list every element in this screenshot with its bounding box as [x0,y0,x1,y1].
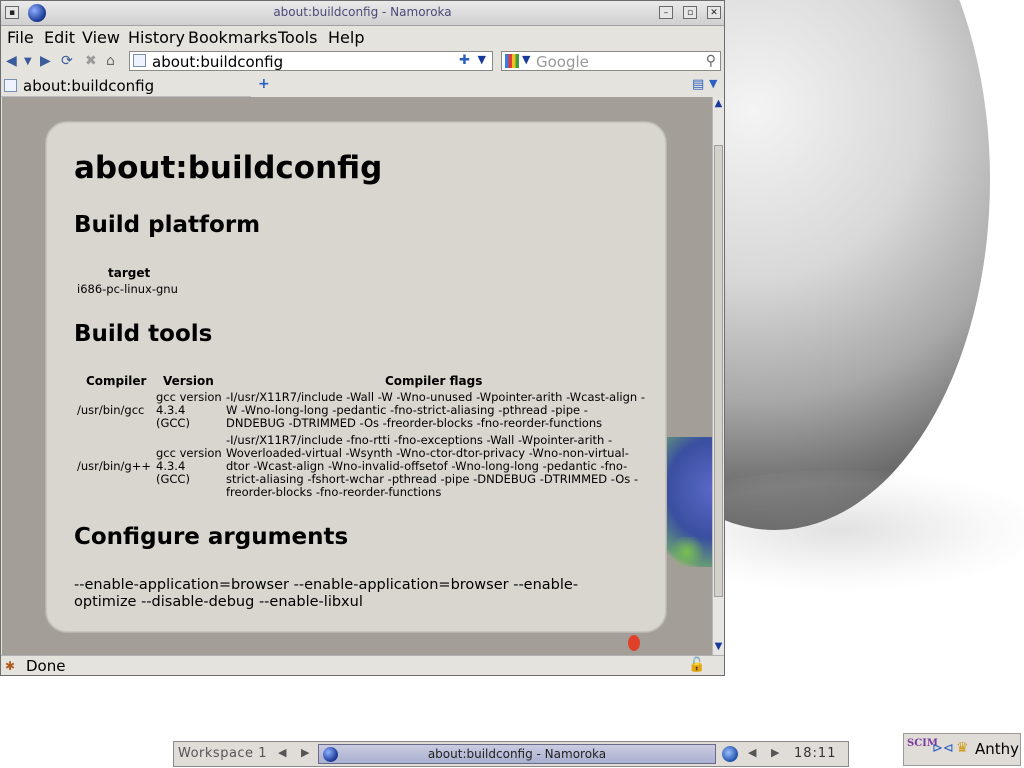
back-history-dropdown-icon[interactable]: ▼ [24,56,32,67]
table-cell-version: gcc version 4.3.4 (GCC) [156,446,222,486]
window-title: about:buildconfig - Namoroka [273,5,452,19]
tab-list-icon[interactable]: ▤ [692,77,704,92]
tab-active[interactable]: about:buildconfig [1,75,251,97]
lizard-foot-art [667,537,707,567]
build-platform-heading: Build platform [74,212,261,238]
table-cell-compiler: /usr/bin/g++ [77,459,151,473]
taskbar: Workspace 1 ◀ ▶ about:buildconfig - Namo… [173,741,849,767]
table-cell-compiler: /usr/bin/gcc [77,403,145,417]
status-bar: ✱ Done 🔓 [1,655,724,676]
workspace-next-icon[interactable]: ▶ [301,746,309,759]
clock: 18:11 [794,746,837,761]
tab-bar: about:buildconfig + ▤ ▼ [1,75,724,97]
compiler-flags-header: Compiler flags [385,374,483,388]
activity-icon: ✱ [5,659,16,673]
vertical-scrollbar[interactable]: ▲ ▼ [712,97,724,655]
close-button[interactable]: ✕ [707,6,721,19]
taskbar-window-button[interactable]: about:buildconfig - Namoroka [318,744,716,764]
scroll-thumb[interactable] [714,145,723,597]
configure-arguments-heading: Configure arguments [74,524,349,550]
build-tools-heading: Build tools [74,321,213,347]
forward-icon[interactable]: ▶ [40,53,51,69]
version-header: Version [163,374,214,388]
target-header: target [108,266,151,280]
stop-icon[interactable]: ✖ [85,53,97,69]
configure-arguments-text: --enable-application=browser --enable-ap… [74,577,579,610]
menu-bar: File Edit View History Bookmarks Tools H… [1,26,724,48]
search-bar[interactable]: ▼ Google ⚲ [501,51,721,71]
content-card: about:buildconfig Build platform target … [45,121,667,633]
menu-edit[interactable]: Edit [44,28,75,47]
workspace-prev-icon[interactable]: ◀ [278,746,286,759]
page-viewport: about:buildconfig Build platform target … [2,97,712,655]
input-method-panel: SCIM ⊳⊲ ♛ Anthy [903,733,1021,766]
tab-scroll-down-icon[interactable]: ▼ [709,77,717,90]
table-cell-flags: -I/usr/X11R7/include -fno-rtti -fno-exce… [226,433,639,499]
connection-icon[interactable]: ⊳⊲ [932,741,954,756]
tab-page-icon [4,79,17,92]
page-icon [133,54,146,67]
table-cell-flags: -I/usr/X11R7/include -Wall -W -Wno-unuse… [226,390,645,430]
search-engine-dropdown-icon[interactable]: ▼ [522,53,530,66]
task-next-icon[interactable]: ▶ [771,746,779,759]
url-dropdown-icon[interactable]: ▼ [478,53,486,66]
browser-window: ▪ about:buildconfig - Namoroka – ▫ ✕ Fil… [0,0,725,676]
menu-history[interactable]: History [128,28,185,47]
page-title: about:buildconfig [74,150,383,186]
new-tab-icon[interactable]: + [258,76,270,92]
scroll-up-icon[interactable]: ▲ [713,98,724,110]
menu-bookmarks[interactable]: Bookmarks [188,28,277,47]
compiler-header: Compiler [86,374,147,388]
bookmark-star-icon[interactable]: ✚ [459,53,470,68]
task-prev-icon[interactable]: ◀ [748,746,756,759]
search-input[interactable]: Google [536,53,589,71]
lizard-tail-art [628,635,640,651]
menu-file[interactable]: File [7,28,34,47]
tab-label: about:buildconfig [23,77,155,95]
target-value: i686-pc-linux-gnu [77,282,178,296]
scroll-down-icon[interactable]: ▼ [713,641,724,653]
anthy-label[interactable]: Anthy [975,740,1019,758]
search-magnifier-icon[interactable]: ⚲ [706,53,716,69]
browser-launcher-icon[interactable] [722,746,738,762]
menu-view[interactable]: View [82,28,120,47]
menu-help[interactable]: Help [328,28,364,47]
google-engine-icon[interactable] [505,54,519,68]
table-cell-version: gcc version 4.3.4 (GCC) [156,390,222,430]
workspace-label[interactable]: Workspace 1 [178,746,267,761]
reload-icon[interactable]: ⟳ [61,53,73,69]
minimize-button[interactable]: – [659,6,673,19]
maximize-button[interactable]: ▫ [683,6,697,19]
url-input[interactable]: about:buildconfig [152,53,283,71]
title-bar[interactable]: ▪ about:buildconfig - Namoroka – ▫ ✕ [1,1,724,26]
home-icon[interactable]: ⌂ [106,53,115,69]
menu-tools[interactable]: Tools [278,28,317,47]
status-text: Done [26,657,66,675]
back-icon[interactable]: ◀ [6,53,17,69]
security-lock-icon[interactable]: 🔓 [688,657,705,673]
navigation-toolbar: ◀ ▼ ▶ ⟳ ✖ ⌂ about:buildconfig ✚ ▼ ▼ Goog… [1,49,724,75]
url-bar[interactable]: about:buildconfig ✚ ▼ [129,51,493,71]
anthy-crown-icon[interactable]: ♛ [956,740,969,756]
task-title: about:buildconfig - Namoroka [427,747,607,761]
